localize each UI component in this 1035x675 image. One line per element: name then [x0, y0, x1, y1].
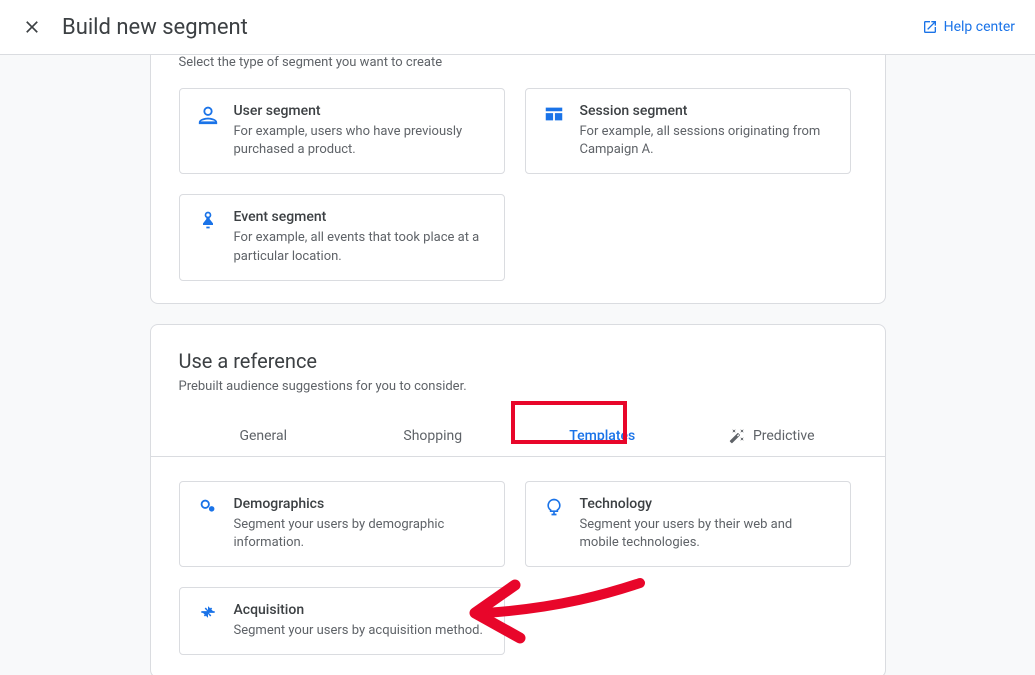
demographics-desc: Segment your users by demographic inform…	[234, 516, 488, 552]
acquisition-card[interactable]: Acquisition Segment your users by acquis…	[179, 587, 505, 655]
demographics-icon	[196, 496, 220, 520]
session-segment-title: Session segment	[580, 103, 834, 119]
reference-subtitle: Prebuilt audience suggestions for you to…	[179, 379, 857, 394]
segment-type-panel: Select the type of segment you want to c…	[150, 55, 886, 304]
magic-wand-icon	[729, 428, 745, 444]
segment-type-subtitle: Select the type of segment you want to c…	[179, 55, 857, 70]
reference-tabs: General Shopping Templates Predictive	[151, 416, 885, 457]
content-area: Select the type of segment you want to c…	[0, 55, 1035, 675]
user-icon	[196, 103, 220, 127]
user-segment-title: User segment	[234, 103, 488, 119]
demographics-title: Demographics	[234, 496, 488, 512]
reference-panel: Use a reference Prebuilt audience sugges…	[150, 324, 886, 675]
tab-templates[interactable]: Templates	[518, 416, 688, 456]
technology-card[interactable]: Technology Segment your users by their w…	[525, 481, 851, 567]
event-segment-title: Event segment	[234, 209, 488, 225]
close-button[interactable]	[20, 15, 44, 39]
help-center-label: Help center	[944, 19, 1015, 35]
technology-desc: Segment your users by their web and mobi…	[580, 516, 834, 552]
event-icon	[196, 209, 220, 233]
page-title: Build new segment	[62, 15, 922, 40]
open-in-new-icon	[922, 19, 938, 35]
tab-shopping[interactable]: Shopping	[348, 416, 518, 456]
acquisition-icon	[196, 602, 220, 626]
event-segment-desc: For example, all events that took place …	[234, 229, 488, 265]
session-segment-desc: For example, all sessions originating fr…	[580, 123, 834, 159]
technology-title: Technology	[580, 496, 834, 512]
tab-predictive[interactable]: Predictive	[687, 416, 857, 456]
dialog-header: Build new segment Help center	[0, 0, 1035, 55]
user-segment-card[interactable]: User segment For example, users who have…	[179, 88, 505, 174]
close-icon	[22, 17, 42, 37]
event-segment-card[interactable]: Event segment For example, all events th…	[179, 194, 505, 280]
session-segment-card[interactable]: Session segment For example, all session…	[525, 88, 851, 174]
technology-icon	[542, 496, 566, 520]
acquisition-title: Acquisition	[234, 602, 488, 618]
demographics-card[interactable]: Demographics Segment your users by demog…	[179, 481, 505, 567]
reference-title: Use a reference	[179, 349, 857, 373]
tab-general[interactable]: General	[179, 416, 349, 456]
user-segment-desc: For example, users who have previously p…	[234, 123, 488, 159]
help-center-link[interactable]: Help center	[922, 19, 1015, 35]
session-icon	[542, 103, 566, 127]
acquisition-desc: Segment your users by acquisition method…	[234, 622, 488, 640]
